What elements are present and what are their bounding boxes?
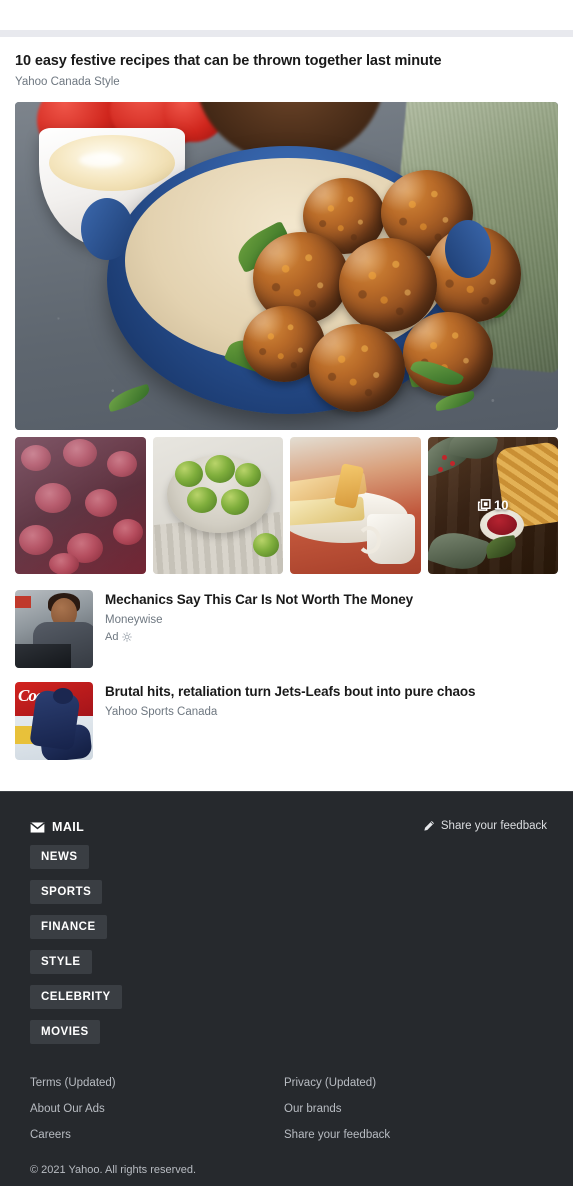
ad-choices-icon[interactable] xyxy=(122,632,133,643)
top-separator-band xyxy=(0,30,573,37)
envelope-icon xyxy=(30,821,45,833)
story-thumbnail-mechanic[interactable] xyxy=(15,589,93,668)
brussels-sprouts-thumbnail[interactable] xyxy=(152,436,283,574)
footer-nav-sports[interactable]: SPORTS xyxy=(30,880,103,904)
ad-disclosure-row[interactable]: Ad xyxy=(105,631,413,643)
photo-count-badge: 10 xyxy=(477,498,508,513)
footer-nav-celebrity[interactable]: CELEBRITY xyxy=(30,985,122,1009)
footer-link-privacy[interactable]: Privacy (Updated) xyxy=(284,1077,538,1089)
footer-top-row: MAIL Share your feedback xyxy=(0,792,573,834)
story-list: Mechanics Say This Car Is Not Worth The … xyxy=(0,589,573,760)
story-title[interactable]: Mechanics Say This Car Is Not Worth The … xyxy=(105,592,413,608)
thumbnail-strip: 10 xyxy=(15,436,558,574)
story-title[interactable]: Brutal hits, retaliation turn Jets-Leafs… xyxy=(105,684,476,700)
footer-legal-column-left: Terms (Updated) About Our Ads Careers xyxy=(30,1077,284,1155)
footer-legal-column-right: Privacy (Updated) Our brands Share your … xyxy=(284,1077,538,1155)
footer-nav-finance[interactable]: FINANCE xyxy=(30,915,107,939)
lede-title[interactable]: 10 easy festive recipes that can be thro… xyxy=(15,52,558,70)
footer-legal-links: Terms (Updated) About Our Ads Careers Pr… xyxy=(0,1077,573,1155)
footer-link-share-feedback[interactable]: Share your feedback xyxy=(284,1129,538,1141)
sangria-thumbnail[interactable] xyxy=(15,436,146,574)
photo-count-label: 10 xyxy=(494,497,509,513)
breakfast-table-thumbnail[interactable] xyxy=(290,436,421,574)
footer-nav-movies[interactable]: MOVIES xyxy=(30,1020,100,1044)
content-column: 10 easy festive recipes that can be thro… xyxy=(0,37,573,774)
hero-photo-canvas xyxy=(15,101,558,430)
footer-mail-label: MAIL xyxy=(52,820,85,834)
footer-feedback-link[interactable]: Share your feedback xyxy=(423,820,547,832)
footer-mail-link[interactable]: MAIL xyxy=(30,820,84,834)
story-item-sports[interactable]: Coca Brutal hits, retaliation turn Jets-… xyxy=(0,681,573,760)
story-body: Brutal hits, retaliation turn Jets-Leafs… xyxy=(93,682,476,760)
footer-nav-style[interactable]: STYLE xyxy=(30,950,92,974)
lede-story[interactable]: 10 easy festive recipes that can be thro… xyxy=(0,37,573,90)
footer-link-our-brands[interactable]: Our brands xyxy=(284,1103,538,1115)
ad-label: Ad xyxy=(105,631,119,644)
story-body: Mechanics Say This Car Is Not Worth The … xyxy=(93,590,413,668)
footer-nav-news[interactable]: NEWS xyxy=(30,845,89,869)
footer-nav: NEWS SPORTS FINANCE STYLE CELEBRITY MOVI… xyxy=(0,834,573,1055)
page-root: 10 easy festive recipes that can be thro… xyxy=(0,0,573,1186)
lede-hero-image[interactable] xyxy=(15,101,558,430)
story-source: Yahoo Sports Canada xyxy=(105,706,218,719)
footer-feedback-label: Share your feedback xyxy=(440,820,547,832)
gallery-icon xyxy=(477,499,491,512)
lede-source: Yahoo Canada Style xyxy=(15,76,120,89)
story-item-ad[interactable]: Mechanics Say This Car Is Not Worth The … xyxy=(0,589,573,668)
christmas-table-thumbnail[interactable]: 10 xyxy=(427,436,558,574)
footer-link-about-our-ads[interactable]: About Our Ads xyxy=(30,1103,284,1115)
story-source: Moneywise xyxy=(105,614,163,627)
site-footer: MAIL Share your feedback NEWS SPORTS FIN… xyxy=(0,791,573,1186)
footer-copyright: © 2021 Yahoo. All rights reserved. xyxy=(30,1164,197,1176)
footer-link-careers[interactable]: Careers xyxy=(30,1129,284,1141)
pencil-icon xyxy=(424,821,434,831)
footer-link-terms[interactable]: Terms (Updated) xyxy=(30,1077,284,1089)
story-thumbnail-hockey[interactable]: Coca xyxy=(15,681,93,760)
